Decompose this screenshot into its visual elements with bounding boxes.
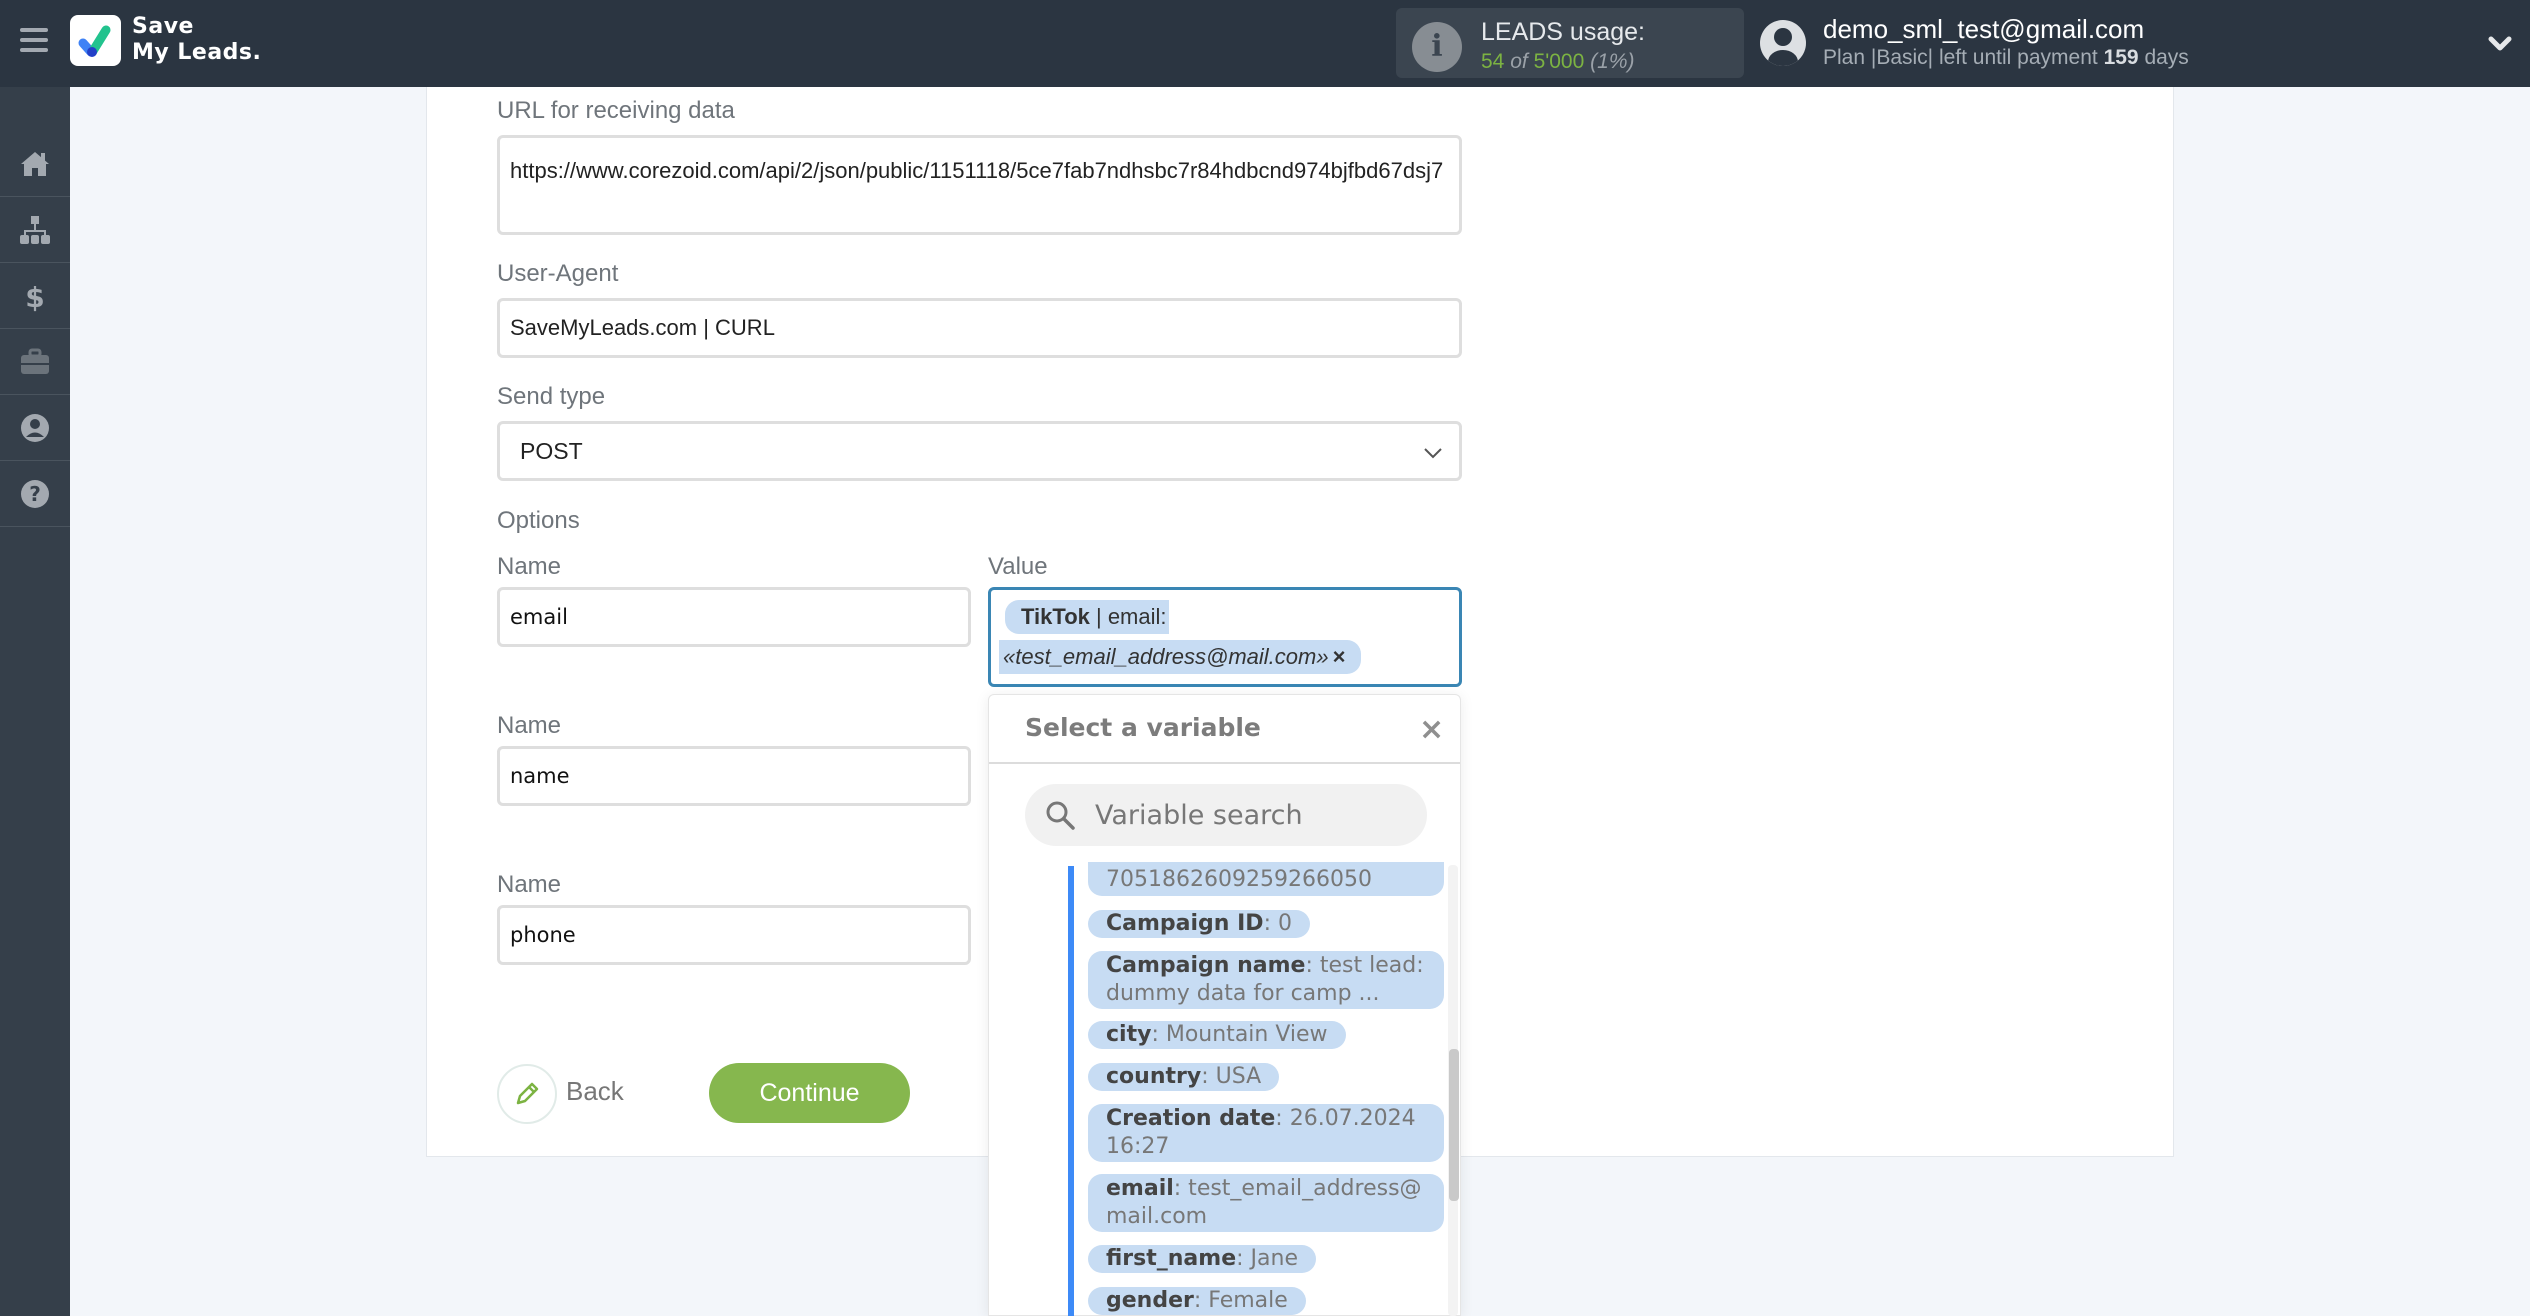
leads-usage-panel: i LEADS usage: 54 of 5'000 (1%)	[1396, 8, 1744, 78]
usage-title: LEADS usage:	[1481, 18, 1645, 46]
menu-toggle-icon[interactable]	[20, 28, 48, 52]
variable-item[interactable]: email: test_email_address@mail.com	[1088, 1174, 1444, 1232]
back-button[interactable]	[497, 1064, 557, 1124]
sidebar-item-help[interactable]: ?	[0, 461, 70, 527]
chevron-down-icon[interactable]	[2486, 30, 2514, 58]
usage-value: 54 of 5'000 (1%)	[1481, 50, 1634, 74]
plan-prefix: Plan |Basic| left until payment	[1823, 46, 2098, 69]
brand-line-1: Save	[132, 14, 194, 39]
back-label[interactable]: Back	[566, 1076, 624, 1107]
option-name-input[interactable]: phone	[497, 905, 971, 965]
svg-text:$: $	[25, 281, 44, 313]
briefcase-icon	[21, 348, 49, 374]
sidebar-item-billing[interactable]: $	[0, 263, 70, 329]
url-label: URL for receiving data	[497, 97, 735, 124]
group-indicator-bar	[1068, 866, 1074, 1316]
variable-search-input[interactable]	[1095, 794, 1405, 836]
chip-source: TikTok	[1021, 604, 1090, 629]
user-agent-label: User-Agent	[497, 260, 619, 287]
dropdown-title: Select a variable	[1025, 713, 1261, 742]
usage-total: 5'000	[1533, 50, 1585, 73]
remove-chip-icon[interactable]: ×	[1333, 644, 1346, 669]
variable-item[interactable]: city: Mountain View	[1088, 1021, 1346, 1049]
variable-item[interactable]: Campaign name: test lead: dummy data for…	[1088, 951, 1444, 1009]
user-agent-input[interactable]: SaveMyLeads.com | CURL	[497, 298, 1462, 358]
sidebar-item-account[interactable]	[0, 395, 70, 461]
chevron-down-icon	[1424, 448, 1442, 459]
option-name-label: Name	[497, 871, 562, 898]
variable-item[interactable]: country: USA	[1088, 1063, 1280, 1091]
top-header: Save My Leads. i LEADS usage: 54 of 5'00…	[0, 0, 2530, 87]
url-input[interactable]: https://www.corezoid.com/api/2/json/publ…	[497, 135, 1462, 235]
variable-item[interactable]: first_name: Jane	[1088, 1245, 1316, 1273]
svg-text:?: ?	[29, 482, 41, 506]
option-name-input[interactable]: email	[497, 587, 971, 647]
option-name-label: Name	[497, 712, 562, 739]
plan-days: 159	[2103, 46, 2139, 69]
usage-percent: (1%)	[1590, 50, 1635, 73]
plan-info: Plan |Basic| left until payment 159 days	[1823, 46, 2189, 70]
variable-item[interactable]: Campaign ID: 0	[1088, 910, 1310, 938]
variable-chip-source: TikTok | email:	[1005, 600, 1169, 634]
send-type-label: Send type	[497, 383, 606, 410]
pencil-icon	[516, 1082, 539, 1105]
usage-used: 54	[1481, 50, 1505, 73]
avatar-icon[interactable]	[1760, 20, 1806, 66]
brand-line-2: My Leads.	[132, 40, 262, 65]
brand-name[interactable]: Save My Leads.	[132, 14, 261, 66]
user-circle-icon	[21, 413, 49, 442]
variable-item[interactable]: 7051862609259266050	[1088, 862, 1444, 896]
info-icon: i	[1412, 22, 1462, 72]
close-icon[interactable]: ×	[1419, 713, 1444, 747]
sidebar-item-home[interactable]	[0, 87, 70, 197]
send-type-value: POST	[520, 437, 583, 464]
option-name-label: Name	[497, 553, 562, 580]
variable-chip-data: «test_email_address@mail.com» ×	[999, 640, 1362, 674]
usage-of: of	[1510, 50, 1528, 73]
option-name-input[interactable]: name	[497, 746, 971, 806]
send-type-select[interactable]: POST	[497, 421, 1462, 481]
chip-data: «test_email_address@mail.com»	[1003, 644, 1329, 669]
chip-field: | email:	[1089, 604, 1167, 629]
option-value-label: Value	[988, 553, 1048, 580]
continue-button[interactable]: Continue	[709, 1063, 910, 1123]
plan-suffix: days	[2144, 46, 2189, 69]
sitemap-icon	[20, 215, 50, 244]
divider	[989, 762, 1460, 764]
sidebar: $ ?	[0, 87, 70, 1316]
home-icon	[21, 151, 49, 176]
user-email[interactable]: demo_sml_test@gmail.com	[1823, 14, 2144, 45]
option-value-input[interactable]: TikTok | email: «test_email_address@mail…	[988, 587, 1462, 687]
question-circle-icon: ?	[21, 479, 49, 508]
dropdown-scrollbar-thumb[interactable]	[1449, 1049, 1459, 1201]
sidebar-item-connections[interactable]	[0, 197, 70, 263]
variable-item[interactable]: gender: Female	[1088, 1287, 1306, 1315]
sidebar-item-tools[interactable]	[0, 329, 70, 395]
dollar-icon: $	[25, 281, 44, 313]
variable-item[interactable]: Creation date: 26.07.2024 16:27	[1088, 1104, 1444, 1162]
options-label: Options	[497, 507, 580, 534]
search-icon	[1046, 801, 1075, 830]
logo-icon[interactable]	[70, 15, 121, 66]
variable-search-field[interactable]	[1025, 784, 1427, 846]
